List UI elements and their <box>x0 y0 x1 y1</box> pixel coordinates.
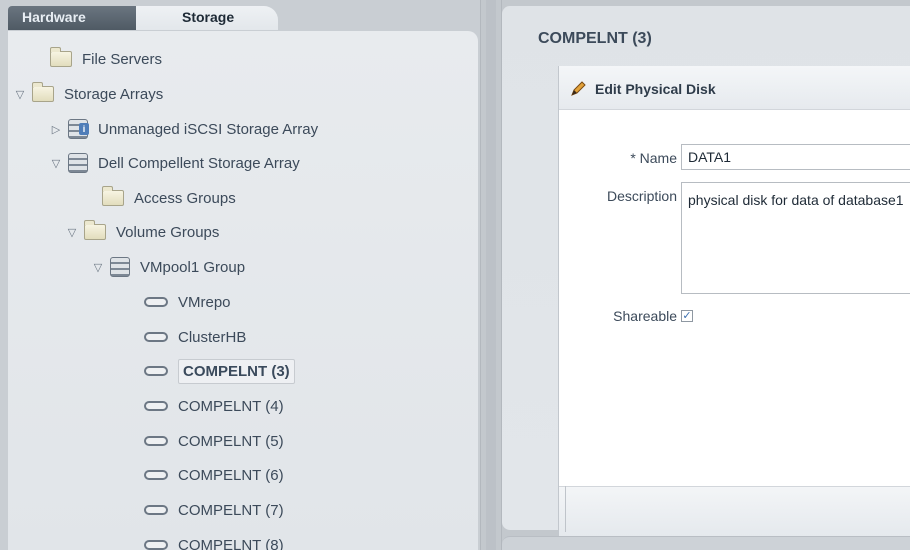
pencil-icon <box>571 81 586 96</box>
tree-node-label: Volume Groups <box>116 223 220 241</box>
physical-disk-icon <box>144 470 168 480</box>
shareable-label: Shareable <box>613 308 677 324</box>
tree-node-label: COMPELNT (7) <box>178 501 284 519</box>
physical-disk-icon <box>144 366 168 376</box>
nav-tabs: Hardware Storage <box>8 6 478 32</box>
tree-node-disk[interactable]: COMPELNT (7) <box>144 496 284 524</box>
disk-panel: COMPELNT (3) Edit Physical Disk * Name D… <box>502 6 910 536</box>
storage-array-icon <box>68 153 88 173</box>
footer-divider <box>565 486 566 532</box>
tree-node-label-selected: COMPELNT (3) <box>178 358 295 384</box>
dialog-header: Edit Physical Disk <box>559 66 910 110</box>
bottom-panel-edge <box>502 536 910 550</box>
tree-node-label: File Servers <box>82 50 163 68</box>
tree-node-label: Unmanaged iSCSI Storage Array <box>98 120 319 138</box>
tree-node-label: Storage Arrays <box>64 85 164 103</box>
tree-node-label: Dell Compellent Storage Array <box>98 154 300 172</box>
tree-node-access-groups[interactable]: Access Groups <box>82 184 236 212</box>
folder-icon <box>50 47 72 67</box>
folder-icon <box>32 82 54 102</box>
tree-node-dell-compellent[interactable]: ▽ Dell Compellent Storage Array <box>48 149 300 177</box>
edit-physical-disk-dialog: Edit Physical Disk * Name Description ph… <box>558 66 910 536</box>
tree-node-label: COMPELNT (8) <box>178 536 284 550</box>
expand-triangle-icon[interactable]: ▽ <box>90 261 106 274</box>
tree-node-label: Access Groups <box>134 189 236 207</box>
panel-title: COMPELNT (3) <box>538 30 652 47</box>
tree-node-volume-groups[interactable]: ▽ Volume Groups <box>64 218 219 246</box>
tree-node-label: COMPELNT (6) <box>178 466 284 484</box>
physical-disk-icon <box>144 332 168 342</box>
dialog-footer <box>559 486 910 536</box>
tab-hardware[interactable]: Hardware <box>8 6 136 30</box>
expand-triangle-icon[interactable]: ▽ <box>12 88 28 101</box>
folder-icon <box>102 186 124 206</box>
name-label: * Name <box>630 150 677 166</box>
expand-triangle-icon[interactable]: ▽ <box>64 226 80 239</box>
physical-disk-icon <box>144 401 168 411</box>
description-field[interactable]: physical disk for data of database1 <box>681 182 910 294</box>
folder-icon <box>84 220 106 240</box>
dialog-title: Edit Physical Disk <box>595 81 716 97</box>
pane-splitter[interactable] <box>480 0 502 550</box>
collapse-triangle-icon[interactable]: ▷ <box>48 123 64 136</box>
tab-storage[interactable]: Storage <box>136 6 278 30</box>
tree-node-disk-selected[interactable]: COMPELNT (3) <box>144 357 295 385</box>
name-field[interactable] <box>681 144 910 170</box>
tree-node-disk[interactable]: COMPELNT (6) <box>144 461 284 489</box>
description-label: Description <box>606 188 677 204</box>
tree-node-label: COMPELNT (4) <box>178 397 284 415</box>
tree-node-label: VMrepo <box>178 293 231 311</box>
physical-disk-icon <box>144 297 168 307</box>
tree-node-disk[interactable]: COMPELNT (4) <box>144 392 284 420</box>
tree-node-unmanaged-iscsi[interactable]: ▷ Unmanaged iSCSI Storage Array <box>48 115 318 143</box>
physical-disk-icon <box>144 540 168 550</box>
tree-node-disk[interactable]: COMPELNT (8) <box>144 531 284 550</box>
physical-disk-icon <box>144 505 168 515</box>
physical-disk-icon <box>144 436 168 446</box>
storage-tree: File Servers ▽ Storage Arrays ▷ Unmanage… <box>8 31 478 550</box>
storage-array-icon <box>110 257 130 277</box>
expand-triangle-icon[interactable]: ▽ <box>48 157 64 170</box>
navigation-pane: Hardware Storage File Servers ▽ Storage … <box>0 0 480 550</box>
tree-node-disk[interactable]: VMrepo <box>144 288 231 316</box>
tree-node-label: ClusterHB <box>178 328 247 346</box>
storage-array-icon <box>68 119 89 139</box>
tree-node-disk[interactable]: COMPELNT (5) <box>144 427 284 455</box>
tree-node-vmpool1-group[interactable]: ▽ VMpool1 Group <box>90 253 245 281</box>
tree-node-file-servers[interactable]: File Servers <box>30 45 162 73</box>
tree-node-disk[interactable]: ClusterHB <box>144 323 246 351</box>
shareable-checkbox[interactable]: ✓ <box>681 310 693 322</box>
tree-node-storage-arrays[interactable]: ▽ Storage Arrays <box>12 80 163 108</box>
content-pane: COMPELNT (3) Edit Physical Disk * Name D… <box>502 0 910 550</box>
tree-node-label: COMPELNT (5) <box>178 432 284 450</box>
tree-node-label: VMpool1 Group <box>140 258 246 276</box>
